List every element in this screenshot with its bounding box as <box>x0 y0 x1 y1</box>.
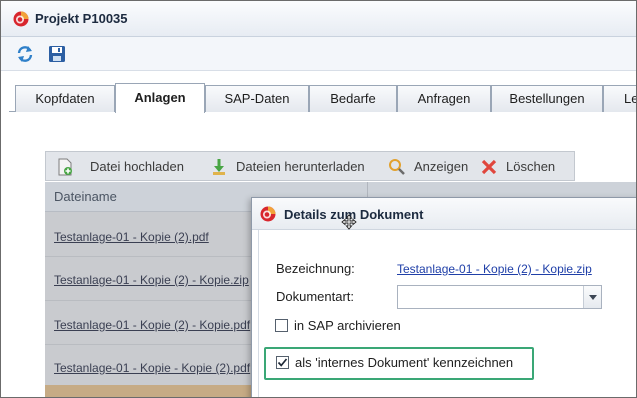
tab-bestellungen[interactable]: Bestellungen <box>491 85 603 112</box>
download-label: Dateien herunterladen <box>236 159 365 174</box>
tab-kopfdaten[interactable]: Kopfdaten <box>15 85 115 112</box>
file-row-4[interactable]: Testanlage-01 - Kopie - Kopie (2).pdf <box>54 361 250 375</box>
grid-toolbar: Datei hochladen Dateien herunterladen An… <box>45 151 575 181</box>
chevron-down-icon <box>589 295 597 300</box>
app-logo-icon <box>13 11 29 27</box>
move-cursor-icon <box>341 214 357 230</box>
download-icon <box>213 159 225 175</box>
tab-anlagen[interactable]: Anlagen <box>115 83 205 113</box>
magnifier-icon <box>389 159 405 175</box>
window-title: Projekt P10035 <box>35 11 128 26</box>
delete-x-icon <box>481 159 497 175</box>
sap-archive-checkbox[interactable] <box>275 319 288 332</box>
column-header-dateiname[interactable]: Dateiname <box>54 189 117 204</box>
dokumentart-select[interactable] <box>397 285 602 309</box>
tab-anfragen[interactable]: Anfragen <box>397 85 491 112</box>
dokumentart-dropdown-button[interactable] <box>583 286 601 308</box>
dialog-logo-icon <box>260 206 276 222</box>
dokumentart-label: Dokumentart: <box>276 289 355 304</box>
highlight-annotation-box <box>264 347 534 380</box>
dialog-header[interactable]: Details zum Dokument <box>252 198 636 230</box>
tab-bedarfe[interactable]: Bedarfe <box>309 85 397 112</box>
refresh-icon[interactable] <box>15 44 35 64</box>
main-toolbar <box>1 37 636 71</box>
file-row-1[interactable]: Testanlage-01 - Kopie (2).pdf <box>54 230 209 244</box>
file-row-2[interactable]: Testanlage-01 - Kopie (2) - Kopie.zip <box>54 273 249 287</box>
save-icon[interactable] <box>47 44 67 64</box>
delete-label: Löschen <box>506 159 556 174</box>
upload-label: Datei hochladen <box>90 159 184 174</box>
bezeichnung-label: Bezeichnung: <box>276 261 355 276</box>
application-window: Projekt P10035 Kopfdaten Anlagen SAP-Dat… <box>0 0 637 398</box>
file-row-3[interactable]: Testanlage-01 - Kopie (2) - Kopie.pdf <box>54 318 250 332</box>
sap-archive-label: in SAP archivieren <box>294 318 401 333</box>
bezeichnung-value-link[interactable]: Testanlage-01 - Kopie (2) - Kopie.zip <box>397 262 592 276</box>
view-label: Anzeigen <box>414 159 469 174</box>
upload-file-icon <box>58 158 72 176</box>
tab-sap-daten[interactable]: SAP-Daten <box>205 85 309 112</box>
title-bar: Projekt P10035 <box>1 1 636 37</box>
tab-more[interactable]: Le <box>603 85 636 112</box>
